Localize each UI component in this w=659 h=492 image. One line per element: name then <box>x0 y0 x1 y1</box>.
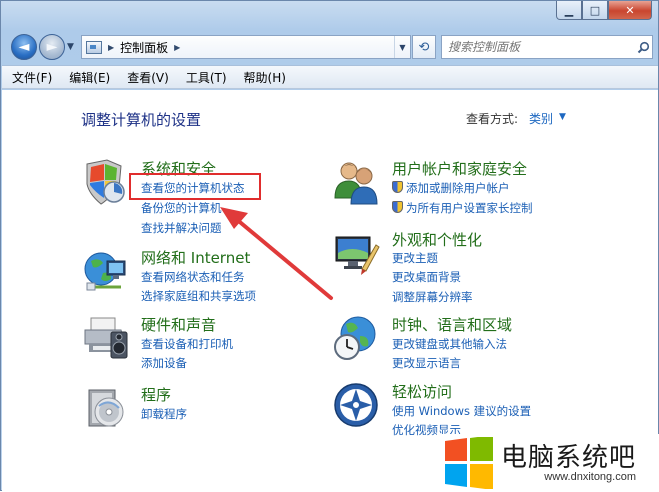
link-devices-printers[interactable]: 查看设备和打印机 <box>141 336 233 352</box>
minimize-button[interactable]: ▁ <box>556 1 582 20</box>
back-button[interactable]: ◄ <box>11 34 37 60</box>
breadcrumb-control-panel[interactable]: 控制面板 <box>120 39 168 56</box>
search-box[interactable] <box>441 35 653 59</box>
ease-of-access-icon[interactable] <box>332 381 380 429</box>
history-dropdown-icon[interactable]: ▼ <box>67 42 74 52</box>
link-uninstall-program[interactable]: 卸载程序 <box>141 406 187 422</box>
hardware-sound-icon[interactable] <box>81 314 129 362</box>
category-title-hardware-sound[interactable]: 硬件和声音 <box>141 314 216 335</box>
uac-shield-icon <box>392 181 403 193</box>
windows-logo-icon <box>445 436 493 489</box>
breadcrumb-separator-icon[interactable]: ▶ <box>108 43 114 52</box>
page-title: 调整计算机的设置 <box>81 111 202 129</box>
link-screen-resolution[interactable]: 调整屏幕分辨率 <box>392 289 473 305</box>
view-by-chevron-down-icon[interactable]: ▼ <box>559 112 566 122</box>
highlight-box <box>129 173 261 200</box>
menu-edit[interactable]: 编辑(E) <box>69 69 110 86</box>
window-caption-buttons: ▁ □ ✕ <box>556 1 652 21</box>
maximize-button[interactable]: □ <box>582 1 608 20</box>
close-button[interactable]: ✕ <box>608 1 652 20</box>
menu-bar: 文件(F) 编辑(E) 查看(V) 工具(T) 帮助(H) <box>2 65 658 89</box>
refresh-button[interactable]: ⟲ <box>412 35 436 59</box>
watermark-url: www.dnxitong.com <box>544 470 637 483</box>
control-panel-icon <box>86 40 102 54</box>
category-title-user-accounts[interactable]: 用户帐户和家庭安全 <box>392 158 527 179</box>
address-dropdown-icon[interactable]: ▼ <box>394 36 410 58</box>
link-backup-computer[interactable]: 备份您的计算机 <box>141 200 222 216</box>
menu-help[interactable]: 帮助(H) <box>244 69 286 86</box>
programs-icon[interactable] <box>81 384 129 432</box>
view-by-label: 查看方式: <box>466 112 519 126</box>
watermark: 电脑系统吧 www.dnxitong.com <box>437 434 659 491</box>
menu-file[interactable]: 文件(F) <box>12 69 52 86</box>
system-security-icon[interactable] <box>81 158 129 206</box>
menu-tools[interactable]: 工具(T) <box>186 69 227 86</box>
link-change-theme[interactable]: 更改主题 <box>392 250 438 266</box>
link-windows-recommended[interactable]: 使用 Windows 建议的设置 <box>392 403 531 419</box>
link-add-device[interactable]: 添加设备 <box>141 355 187 371</box>
appearance-icon[interactable] <box>332 229 380 277</box>
user-accounts-icon[interactable] <box>332 158 380 206</box>
category-title-network-internet[interactable]: 网络和 Internet <box>141 247 250 268</box>
category-title-appearance[interactable]: 外观和个性化 <box>392 229 482 250</box>
breadcrumb-separator-icon[interactable]: ▶ <box>174 43 180 52</box>
network-internet-icon[interactable] <box>81 247 129 295</box>
category-title-ease-of-access[interactable]: 轻松访问 <box>392 381 452 402</box>
link-change-keyboard[interactable]: 更改键盘或其他输入法 <box>392 336 507 352</box>
search-input[interactable] <box>442 40 634 54</box>
link-text[interactable]: 添加或删除用户帐户 <box>406 181 510 195</box>
link-parental-controls[interactable]: 为所有用户设置家长控制 <box>392 200 533 216</box>
address-bar[interactable]: ▶ 控制面板 ▶ ▼ <box>81 35 411 59</box>
control-panel-window: ▁ □ ✕ ◄ ► ▼ ▶ 控制面板 ▶ ▼ ⟲ 文件(F) 编辑(E) 查看(… <box>0 0 659 491</box>
category-title-programs[interactable]: 程序 <box>141 384 171 405</box>
clock-language-icon[interactable] <box>332 314 380 362</box>
uac-shield-icon <box>392 201 403 213</box>
category-title-clock-language[interactable]: 时钟、语言和区域 <box>392 314 512 335</box>
link-troubleshoot[interactable]: 查找并解决问题 <box>141 220 222 236</box>
content-pane: 调整计算机的设置 查看方式: 类别 ▼ 系统和安全 查看您的计算机状态 备份您的… <box>2 90 658 491</box>
link-text[interactable]: 为所有用户设置家长控制 <box>406 201 533 215</box>
link-add-remove-accounts[interactable]: 添加或删除用户帐户 <box>392 180 510 196</box>
view-by-dropdown[interactable]: 类别 <box>529 110 553 127</box>
watermark-title: 电脑系统吧 <box>501 442 637 473</box>
link-desktop-background[interactable]: 更改桌面背景 <box>392 269 461 285</box>
navigation-bar: ◄ ► ▼ ▶ 控制面板 ▶ ▼ ⟲ <box>9 33 653 61</box>
search-icon[interactable] <box>634 41 652 54</box>
link-homegroup-sharing[interactable]: 选择家庭组和共享选项 <box>141 288 256 304</box>
link-change-display-language[interactable]: 更改显示语言 <box>392 355 461 371</box>
link-network-status[interactable]: 查看网络状态和任务 <box>141 269 245 285</box>
forward-button[interactable]: ► <box>39 34 65 60</box>
menu-view[interactable]: 查看(V) <box>127 69 169 86</box>
